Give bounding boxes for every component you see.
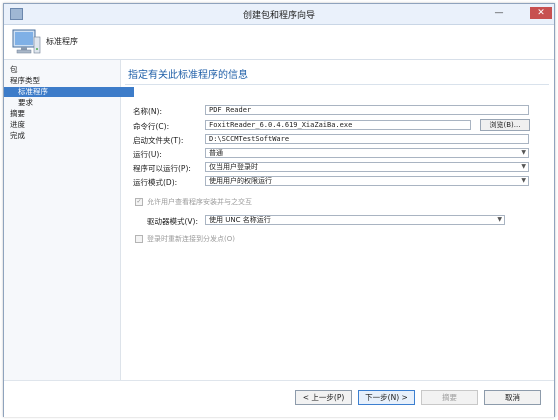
run-label: 运行(U): [133,150,162,159]
minimize-button[interactable]: — [492,7,506,19]
reconnect-label: 登录时重新连接到分发点(O) [147,235,235,243]
run-mode-label: 运行模式(D): [133,178,178,187]
command-line-label: 命令行(C): [133,122,170,131]
previous-button[interactable]: < 上一步(P) [295,390,352,405]
drive-mode-label: 驱动器模式(V): [147,217,199,226]
nav-item-summary[interactable]: 摘要 [4,109,126,119]
run-select[interactable]: 普通 ▼ [205,148,529,158]
chevron-down-icon: ▼ [497,216,502,223]
drive-mode-select[interactable]: 使用 UNC 名称运行 ▼ [205,215,505,225]
drive-mode-value: 使用 UNC 名称运行 [209,216,271,224]
title-bar: 创建包和程序向导 — ✕ [4,4,554,25]
chevron-down-icon: ▼ [521,163,526,170]
checkbox-checked-icon: ✓ [135,198,143,206]
program-can-run-select[interactable]: 仅当用户登录时 ▼ [205,162,529,172]
wizard-window: 创建包和程序向导 — ✕ 标准程序 包 程序类型 标准程序 要求 摘要 进度 完… [3,3,555,417]
step-title: 标准程序 [46,37,78,46]
allow-interact-checkbox[interactable]: ✓ 允许用户查看程序安装并与之交互 [135,197,252,207]
browse-button[interactable]: 浏览(B)... [480,119,530,131]
wizard-header: 标准程序 [4,25,554,60]
title-divider [125,84,549,85]
program-can-run-label: 程序可以运行(P): [133,164,191,173]
command-line-field[interactable]: FoxitReader_6.0.4.619_XiaZaiBa.exe [205,120,471,130]
cancel-button[interactable]: 取消 [484,390,541,405]
summary-button[interactable]: 摘要 [421,390,478,405]
page-title: 指定有关此标准程序的信息 [128,70,248,81]
chevron-down-icon: ▼ [521,177,526,184]
close-button[interactable]: ✕ [530,7,552,19]
run-value: 普通 [209,149,223,157]
chevron-down-icon: ▼ [521,149,526,156]
nav-item-program-type[interactable]: 程序类型 [4,76,126,86]
nav-item-progress[interactable]: 进度 [4,120,126,130]
next-button[interactable]: 下一步(N) > [358,390,415,405]
computer-icon [12,29,41,54]
reconnect-checkbox[interactable]: 登录时重新连接到分发点(O) [135,234,235,244]
allow-interact-label: 允许用户查看程序安装并与之交互 [147,198,252,206]
checkbox-unchecked-icon [135,235,143,243]
nav-item-standard-program[interactable]: 标准程序 [4,87,134,97]
program-can-run-value: 仅当用户登录时 [209,163,258,171]
nav-item-completion[interactable]: 完成 [4,131,126,141]
window-title: 创建包和程序向导 [242,11,315,21]
run-mode-select[interactable]: 使用用户的权限运行 ▼ [205,176,529,186]
nav-item-requirements[interactable]: 要求 [4,98,134,108]
main-content: 指定有关此标准程序的信息 名称(N): PDF Reader 命令行(C): F… [121,60,553,380]
name-field[interactable]: PDF Reader [205,105,529,115]
name-label: 名称(N): [133,107,162,116]
wizard-footer: < 上一步(P) 下一步(N) > 摘要 取消 [4,380,554,417]
nav-item-package[interactable]: 包 [4,65,126,75]
startup-folder-field[interactable]: D:\SCCMTestSoftWare [205,134,529,144]
wizard-nav: 包 程序类型 标准程序 要求 摘要 进度 完成 [4,60,134,380]
startup-folder-label: 启动文件夹(T): [133,136,184,145]
run-mode-value: 使用用户的权限运行 [209,177,272,185]
